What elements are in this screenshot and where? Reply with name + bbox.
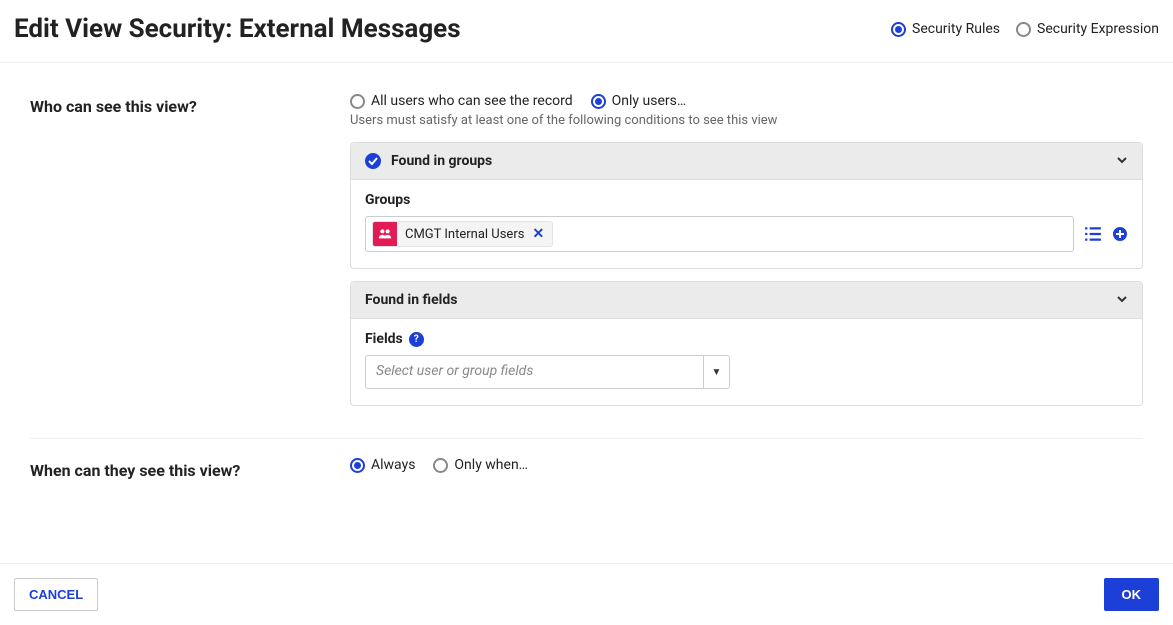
when-opt-only[interactable]: Only when…: [433, 457, 528, 473]
divider: [30, 438, 1143, 439]
when-radio-group: Always Only when…: [350, 457, 1143, 473]
who-opt-only-label: Only users…: [612, 93, 687, 109]
mode-expression-label: Security Expression: [1037, 21, 1159, 37]
radio-unselected-icon: [350, 94, 365, 109]
fields-field-label: Fields: [365, 331, 403, 347]
who-opt-all-label: All users who can see the record: [371, 93, 573, 109]
groups-panel-title: Found in groups: [391, 153, 492, 169]
when-opt-only-label: Only when…: [454, 457, 528, 473]
fields-placeholder: Select user or group fields: [366, 356, 703, 388]
fields-panel-header[interactable]: Found in fields: [351, 282, 1142, 319]
mode-security-rules[interactable]: Security Rules: [891, 21, 1000, 37]
help-icon[interactable]: ?: [409, 332, 424, 347]
chevron-down-icon: [1116, 293, 1128, 308]
who-helper-text: Users must satisfy at least one of the f…: [350, 113, 1143, 128]
who-label: Who can see this view?: [30, 93, 350, 116]
who-opt-all[interactable]: All users who can see the record: [350, 93, 573, 109]
fields-panel: Found in fields Fields ? Select user or …: [350, 281, 1143, 406]
plus-circle-icon[interactable]: [1112, 226, 1128, 242]
radio-unselected-icon: [1016, 22, 1031, 37]
groups-panel: Found in groups Groups: [350, 142, 1143, 269]
when-opt-always[interactable]: Always: [350, 457, 415, 473]
mode-rules-label: Security Rules: [912, 21, 1000, 37]
list-icon[interactable]: [1084, 225, 1102, 243]
groups-field-label: Groups: [365, 192, 1128, 208]
check-circle-icon: [365, 153, 381, 169]
groups-picker[interactable]: CMGT Internal Users ✕: [365, 216, 1074, 252]
groups-panel-header[interactable]: Found in groups: [351, 143, 1142, 180]
radio-selected-icon: [891, 22, 906, 37]
caret-down-icon[interactable]: ▼: [703, 356, 729, 388]
group-icon: [373, 222, 397, 246]
mode-radio-group: Security Rules Security Expression: [891, 21, 1159, 37]
when-opt-always-label: Always: [371, 457, 415, 473]
radio-selected-icon: [350, 458, 365, 473]
radio-unselected-icon: [433, 458, 448, 473]
who-opt-only[interactable]: Only users…: [591, 93, 687, 109]
chevron-down-icon: [1116, 154, 1128, 169]
group-chip-label: CMGT Internal Users: [397, 224, 532, 245]
who-radio-group: All users who can see the record Only us…: [350, 93, 1143, 109]
fields-panel-title: Found in fields: [365, 292, 457, 308]
mode-security-expression[interactable]: Security Expression: [1016, 21, 1159, 37]
cancel-button[interactable]: CANCEL: [14, 578, 98, 611]
radio-selected-icon: [591, 94, 606, 109]
fields-dropdown[interactable]: Select user or group fields ▼: [365, 355, 730, 389]
when-label: When can they see this view?: [30, 457, 350, 480]
group-chip: CMGT Internal Users ✕: [372, 221, 553, 247]
group-chip-remove[interactable]: ✕: [532, 226, 552, 242]
ok-button[interactable]: OK: [1104, 578, 1160, 611]
page-title: Edit View Security: External Messages: [14, 14, 461, 44]
